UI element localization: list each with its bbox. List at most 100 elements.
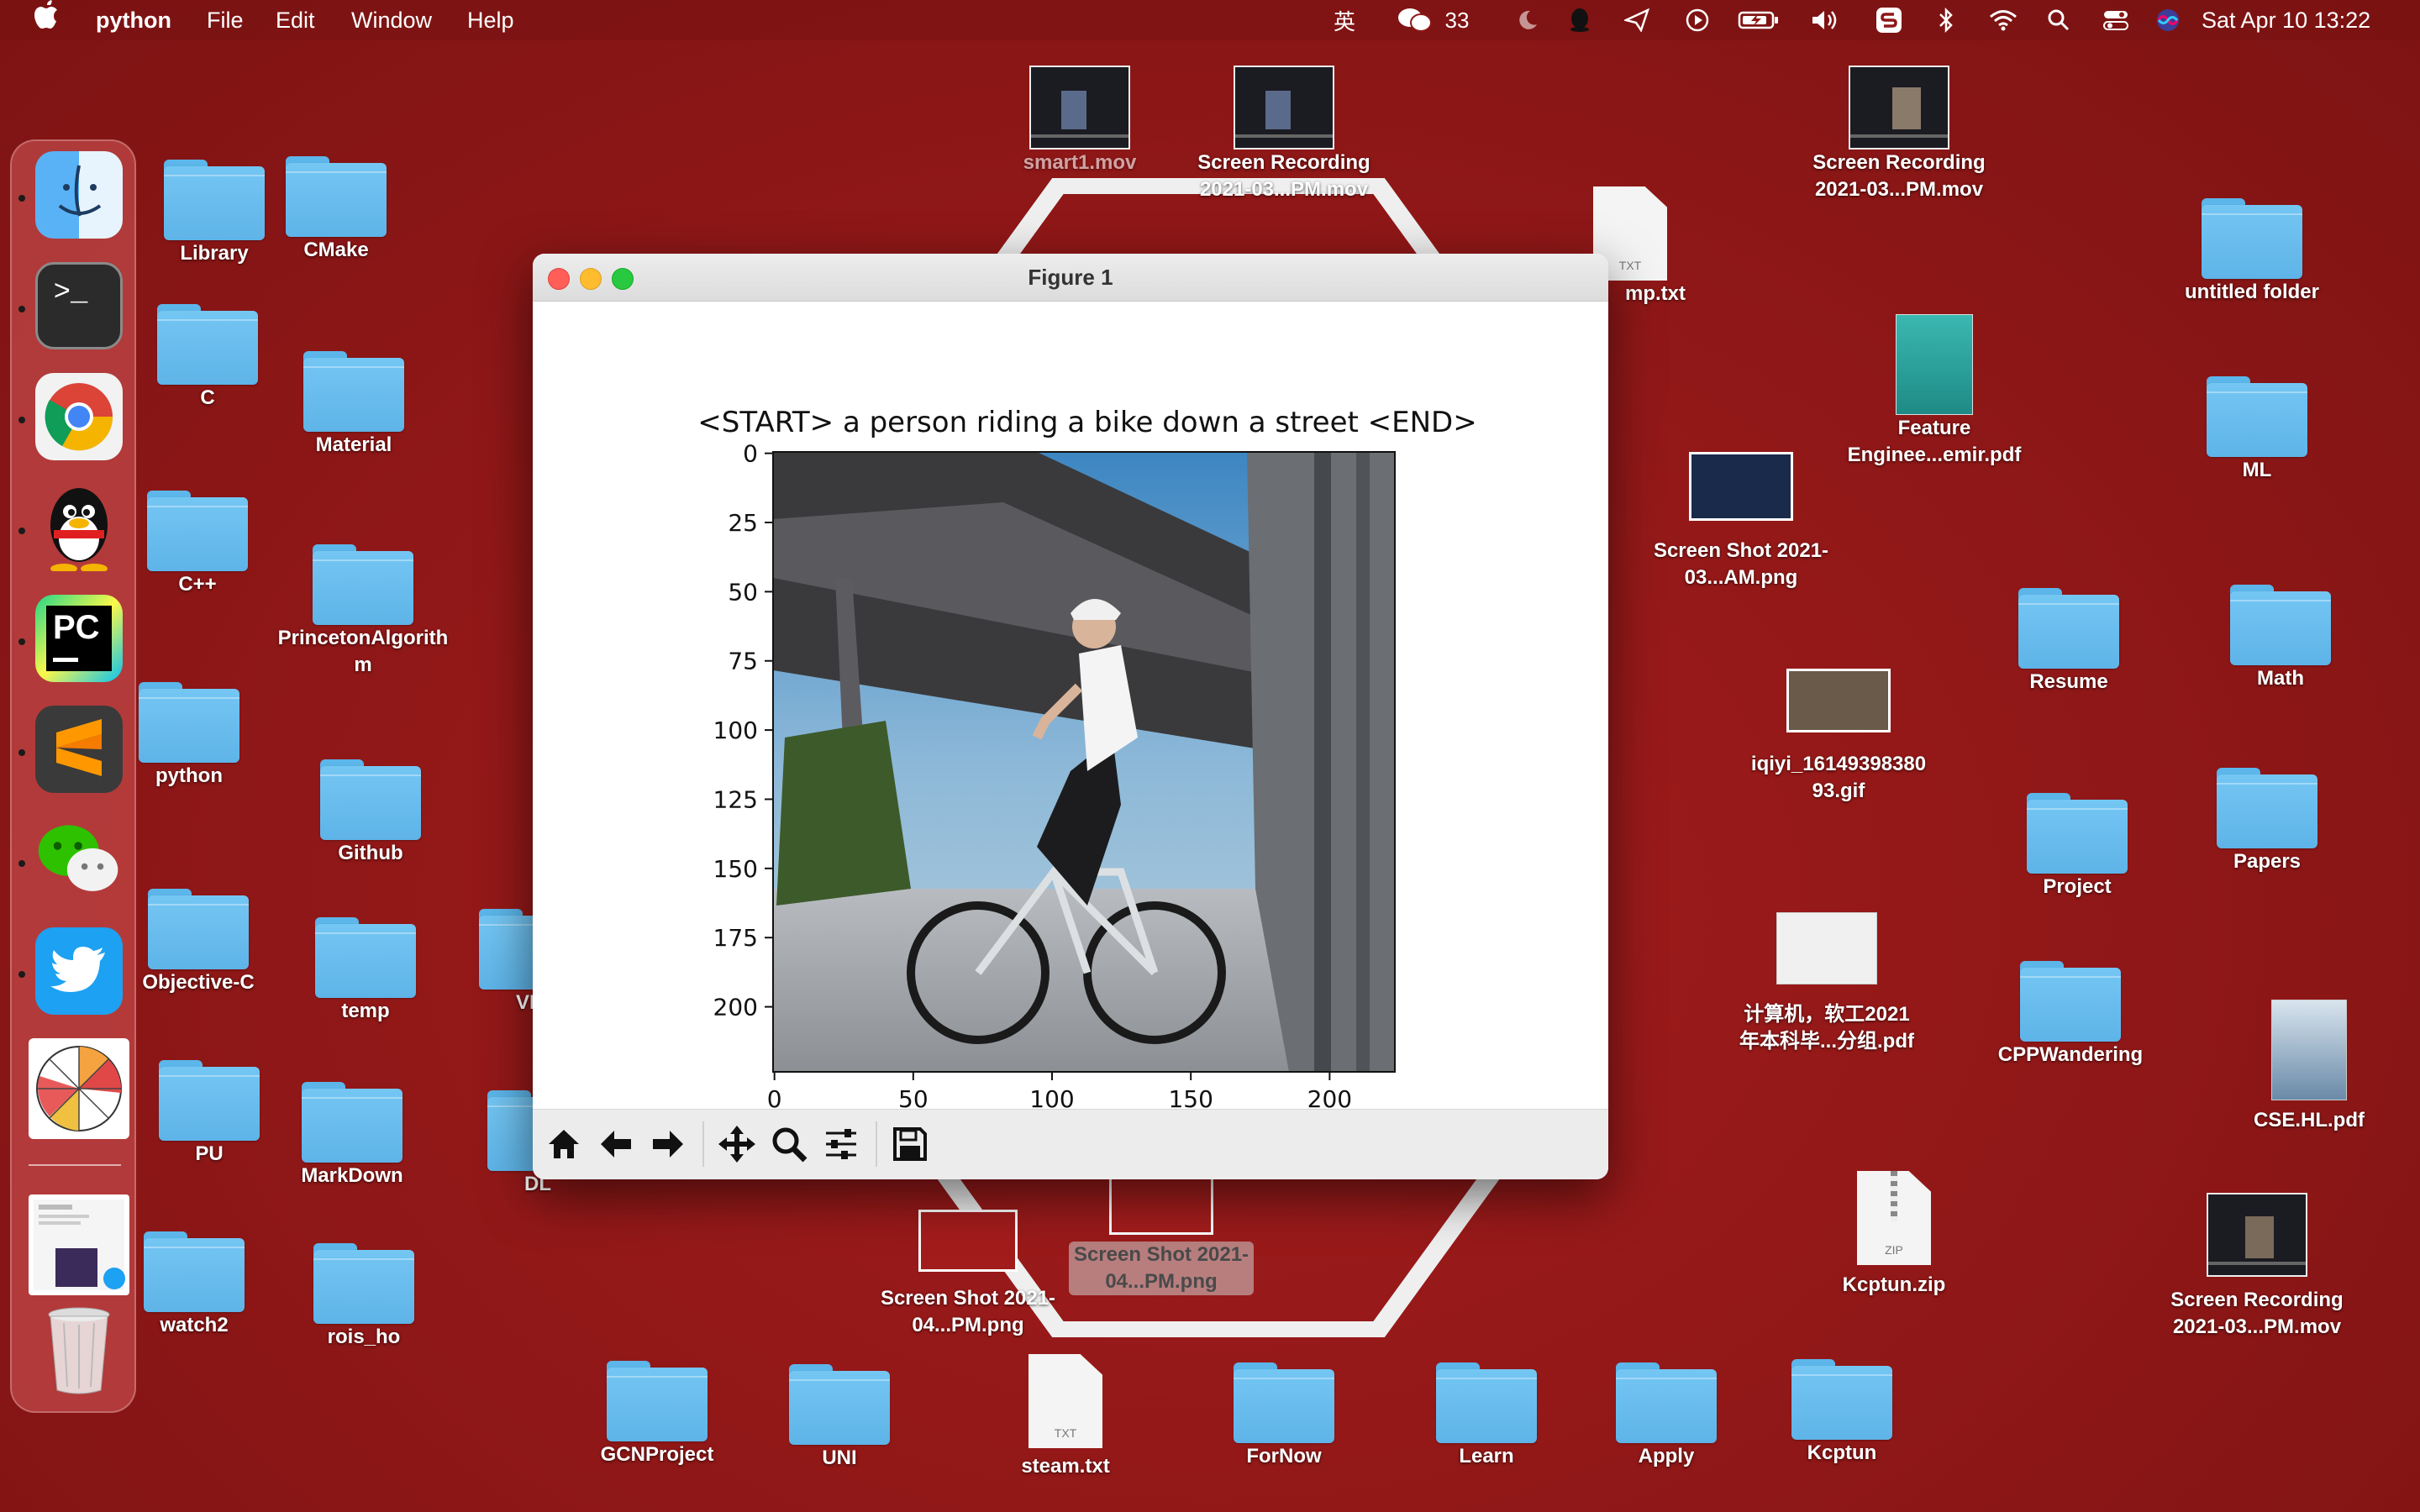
folder-project[interactable]: Project (1985, 793, 2170, 900)
play-status-icon[interactable] (1682, 3, 1712, 37)
clock[interactable]: Sat Apr 10 13:22 (2202, 3, 2395, 37)
folder-math[interactable]: Math (2188, 585, 2373, 692)
folder-icon (2217, 768, 2317, 848)
home-button[interactable] (539, 1120, 588, 1168)
dock-terminal[interactable]: >_ (35, 262, 123, 349)
folder-icon (1616, 1362, 1717, 1443)
folder-label: watch2 (160, 1314, 229, 1336)
image-thumbnail-icon (1689, 452, 1793, 521)
folder-icon (1234, 1362, 1334, 1443)
folder-cmake[interactable]: CMake (244, 156, 429, 264)
folder-papers[interactable]: Papers (2175, 768, 2360, 875)
folder-kcptun[interactable]: Kcptun (1749, 1359, 1934, 1467)
forward-button[interactable] (644, 1120, 692, 1168)
folder-princetonalgorithm[interactable]: PrincetonAlgorithm (271, 544, 455, 679)
menu-help[interactable]: Help (467, 0, 514, 40)
folder-fornow[interactable]: ForNow (1192, 1362, 1376, 1470)
folder-python[interactable]: python (97, 682, 281, 790)
folder-markdown[interactable]: MarkDown (260, 1082, 445, 1189)
dock-finder[interactable] (35, 151, 123, 239)
do-not-disturb-icon[interactable] (1512, 3, 1543, 37)
search-icon[interactable] (2044, 3, 2074, 37)
folder-label: Math (2257, 667, 2304, 690)
y-tick-label: 200 (713, 994, 758, 1021)
file-smart1-mov[interactable]: smart1.mov (987, 66, 1172, 176)
folder-gcnproject[interactable]: GCNProject (565, 1361, 750, 1468)
folder-untitled-folder[interactable]: untitled folder (2160, 198, 2344, 306)
text-file-icon: TXT (1028, 1354, 1102, 1448)
wechat-status-icon[interactable] (1395, 3, 1435, 37)
window-title: Figure 1 (1028, 265, 1113, 290)
battery-icon[interactable] (1736, 3, 1781, 37)
folder-icon (2027, 793, 2128, 874)
folder-label: Papers (2233, 850, 2302, 873)
folder-icon (320, 759, 421, 840)
folder-icon (139, 682, 239, 763)
back-button[interactable] (592, 1120, 640, 1168)
folder-learn[interactable]: Learn (1394, 1362, 1579, 1470)
file-cs-groups-pdf[interactable]: 计算机，软工2021年本科毕...分组.pdf (1734, 912, 1919, 1055)
file-screen-recording-2[interactable]: Screen Recording 2021-03...PM.mov (1807, 66, 1991, 203)
folder-apply[interactable]: Apply (1574, 1362, 1759, 1470)
folder-objective-c[interactable]: Objective-C (106, 889, 291, 996)
file-label: Feature Enginee...emir.pdf (1847, 417, 2022, 466)
dock-app-radar[interactable] (29, 1038, 129, 1139)
arrow-left-icon (601, 1131, 631, 1158)
file-feature-engineering-pdf[interactable]: Feature Enginee...emir.pdf (1842, 314, 2027, 469)
bluetooth-icon[interactable] (1931, 3, 1961, 37)
control-center-icon[interactable] (2099, 3, 2133, 37)
folder-icon (286, 156, 387, 237)
plot-title: <START> a person riding a bike down a st… (697, 406, 1476, 439)
file-steam-txt[interactable]: TXT steam.txt (973, 1354, 1158, 1480)
send-status-icon[interactable] (1622, 3, 1652, 37)
zoom-to-rect-button[interactable] (765, 1120, 813, 1168)
apple-menu-icon[interactable] (34, 0, 59, 40)
twitter-icon (50, 947, 105, 992)
folder-label: C++ (178, 573, 217, 596)
file-screen-shot-am[interactable]: Screen Shot 2021-03...AM.png (1649, 452, 1833, 591)
folder-label: Github (338, 842, 403, 864)
file-screen-recording-1[interactable]: Screen Recording 2021-03...PM.mov (1192, 66, 1376, 203)
file-label: Screen Recording 2021-03...PM.mov (2170, 1289, 2344, 1338)
menu-file[interactable]: File (207, 0, 244, 40)
input-method-status[interactable]: 英 (1328, 3, 1361, 37)
running-indicator (18, 749, 25, 756)
file-cse-hl-pdf[interactable]: CSE.HL.pdf (2217, 1000, 2402, 1134)
folder-label: ForNow (1246, 1445, 1322, 1467)
menu-window[interactable]: Window (351, 0, 432, 40)
qq-status-icon[interactable] (1565, 3, 1595, 37)
file-kcptun-zip[interactable]: ZIP Kcptun.zip (1802, 1171, 1986, 1299)
folder-material[interactable]: Material (261, 351, 446, 459)
siri-icon[interactable] (2153, 3, 2183, 37)
running-indicator (18, 417, 25, 423)
menu-edit[interactable]: Edit (276, 0, 315, 40)
dock-divider (29, 1164, 121, 1166)
folder-rois-ho[interactable]: rois_ho (271, 1243, 456, 1351)
folder-label: PrincetonAlgorithm (277, 627, 449, 676)
configure-subplots-button[interactable] (817, 1120, 865, 1168)
window-titlebar[interactable]: Figure 1 (533, 254, 1608, 302)
folder-uni[interactable]: UNI (747, 1364, 932, 1472)
file-screen-recording-3[interactable]: Screen Recording 2021-03...PM.mov (2165, 1193, 2349, 1341)
folder-label: untitled folder (2185, 281, 2319, 303)
dock-chrome[interactable] (35, 373, 123, 460)
file-screen-shot-pm-selected[interactable]: Screen Shot 2021-04...PM.png (1069, 1171, 1254, 1295)
folder-cppwandering[interactable]: CPPWandering (1978, 961, 2163, 1068)
dock-pycharm[interactable]: PC (35, 595, 123, 682)
file-label: Screen Shot 2021-04...PM.png (880, 1287, 1056, 1336)
file-iqiyi-gif[interactable]: iqiyi_1614939838093.gif (1746, 669, 1931, 805)
app-name-menu[interactable]: python (96, 0, 171, 40)
folder-watch2[interactable]: watch2 (102, 1231, 287, 1339)
folder-temp[interactable]: temp (273, 917, 458, 1025)
scrobble-app-icon[interactable] (1872, 3, 1906, 37)
folder-label: Project (2043, 875, 2112, 898)
pan-button[interactable] (713, 1120, 761, 1168)
folder-resume[interactable]: Resume (1976, 588, 2161, 696)
volume-icon[interactable] (1807, 3, 1844, 37)
file-screen-shot-pm[interactable]: Screen Shot 2021-04...PM.png (876, 1210, 1060, 1339)
folder-github[interactable]: Github (278, 759, 463, 867)
save-figure-button[interactable] (886, 1120, 934, 1168)
wifi-icon[interactable] (1986, 3, 2020, 37)
folder-ml[interactable]: ML (2165, 376, 2349, 484)
folder-cpp[interactable]: C++ (105, 491, 290, 598)
